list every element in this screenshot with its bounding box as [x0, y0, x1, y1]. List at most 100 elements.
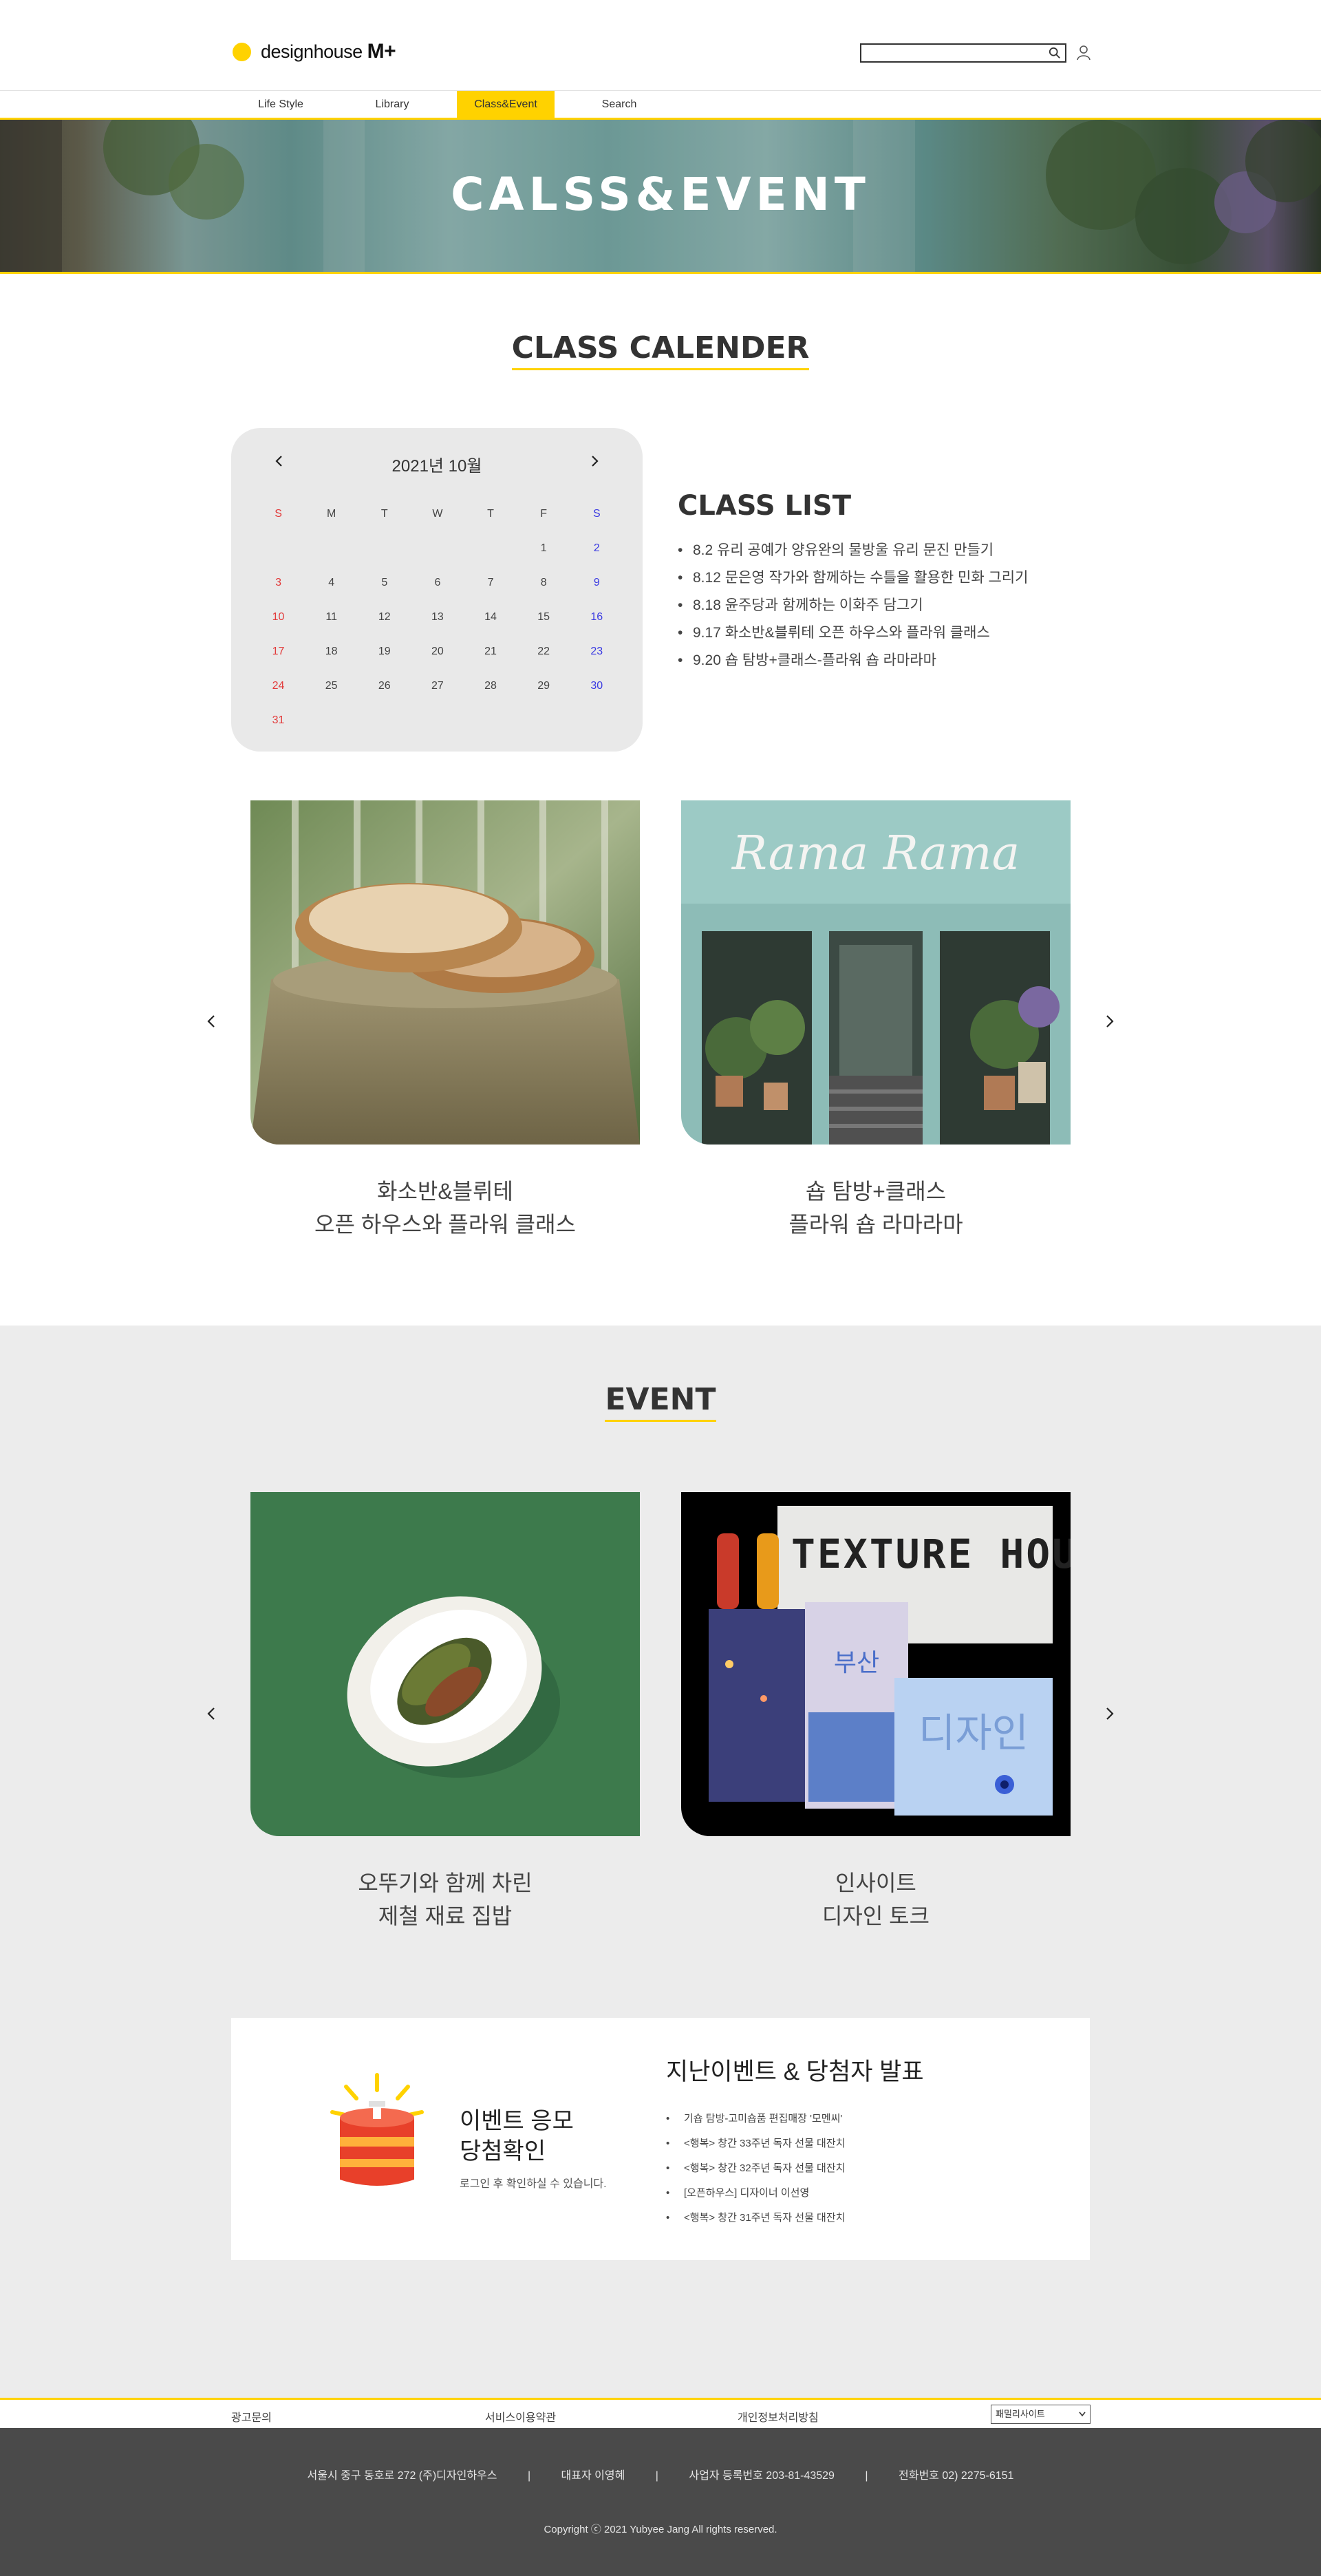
calendar-weekday: T: [487, 508, 494, 520]
class-prev-arrow-icon[interactable]: [204, 1013, 220, 1030]
calendar-day[interactable]: 24: [252, 669, 305, 703]
caption-line: 오뚜기와 함께 차린: [358, 1871, 533, 1895]
winner-login-note: 로그인 후 확인하실 수 있습니다.: [460, 2178, 607, 2190]
company-ceo: 대표자 이영혜: [561, 2470, 625, 2482]
logo-text: designhouse M+: [261, 40, 396, 63]
past-event-item[interactable]: 기숍 탐방-고미숍품 편집매장 '모멘씨': [666, 2107, 1079, 2131]
calendar-day[interactable]: 15: [517, 600, 570, 635]
past-event-list: 지난이벤트 & 당첨자 발표 기숍 탐방-고미숍품 편집매장 '모멘씨' <행복…: [666, 2052, 1079, 2231]
nav-item-search[interactable]: Search: [571, 91, 667, 118]
site-header: designhouse M+: [0, 0, 1321, 91]
family-site-select[interactable]: 패밀리사이트: [991, 2405, 1091, 2424]
calendar-day[interactable]: 29: [517, 669, 570, 703]
caption-line: 인사이트: [835, 1871, 916, 1895]
calendar-week-row: 10 11 12 13 14 15 16: [252, 600, 623, 635]
class-next-arrow-icon[interactable]: [1101, 1013, 1117, 1030]
calendar-empty-cell: [358, 531, 411, 566]
calendar-empty-cell: [464, 703, 517, 738]
family-site-label: 패밀리사이트: [996, 2409, 1045, 2419]
calendar-day[interactable]: 18: [305, 635, 358, 669]
calendar-day[interactable]: 30: [570, 669, 623, 703]
event-card-image-kimchi[interactable]: [250, 1492, 640, 1836]
caption-line: 디자인 토크: [821, 1904, 930, 1928]
calendar-day[interactable]: 27: [411, 669, 464, 703]
next-month-icon[interactable]: [588, 454, 601, 468]
class-calendar-title: CLASS CALENDER: [0, 330, 1321, 370]
logo-dot-icon: [233, 42, 251, 61]
event-card-caption: 오뚜기와 함께 차린 제철 재료 집밥: [250, 1866, 640, 1933]
calendar-day[interactable]: 17: [252, 635, 305, 669]
nav-item-lifestyle[interactable]: Life Style: [233, 91, 329, 118]
calendar-day[interactable]: 19: [358, 635, 411, 669]
winner-title-line: 당첨확인: [460, 2138, 546, 2164]
class-list-item[interactable]: 9.17 화소반&블뤼테 오픈 하우스와 플라워 클래스: [678, 619, 1104, 647]
calendar-day[interactable]: 26: [358, 669, 411, 703]
calendar-day[interactable]: 9: [570, 566, 623, 600]
calendar-day[interactable]: 1: [517, 531, 570, 566]
calendar-week-row: 31: [252, 703, 623, 738]
calendar-empty-cell: [517, 703, 570, 738]
calendar-day[interactable]: 13: [411, 600, 464, 635]
calendar-day[interactable]: 6: [411, 566, 464, 600]
footer-link-privacy[interactable]: 개인정보처리방침: [738, 2408, 819, 2425]
calendar-empty-cell: [305, 531, 358, 566]
footer-links-bar: 광고문의 서비스이용약관 개인정보처리방침 패밀리사이트: [0, 2398, 1321, 2428]
calendar-weekday-row: SMTWTFS: [252, 497, 623, 531]
copyright: Copyright ⓒ 2021 Yubyee Jang All rights …: [544, 2524, 777, 2535]
kimchi-photo: [250, 1492, 640, 1836]
calendar-day[interactable]: 21: [464, 635, 517, 669]
caption-line: 오픈 하우스와 플라워 클래스: [314, 1212, 576, 1237]
calendar-day[interactable]: 2: [570, 531, 623, 566]
calendar-day[interactable]: 16: [570, 600, 623, 635]
calendar-empty-cell: [411, 531, 464, 566]
past-event-item[interactable]: [오픈하우스] 디자이너 이선영: [666, 2181, 1079, 2206]
gift-icon: [330, 2073, 424, 2186]
past-event-item[interactable]: <행복> 창간 32주년 독자 선물 대잔치: [666, 2156, 1079, 2181]
footer-link-ads[interactable]: 광고문의: [231, 2408, 272, 2425]
event-next-arrow-icon[interactable]: [1101, 1705, 1117, 1722]
search-input[interactable]: [860, 43, 1066, 63]
separator: |: [865, 2470, 868, 2482]
calendar-week-row: 3456789: [252, 566, 623, 600]
calendar-day[interactable]: 5: [358, 566, 411, 600]
calendar-day[interactable]: 14: [464, 600, 517, 635]
calendar-day[interactable]: 20: [411, 635, 464, 669]
calendar-day[interactable]: 4: [305, 566, 358, 600]
class-list-item[interactable]: 8.12 문은영 작가와 함께하는 수틀을 활용한 민화 그리기: [678, 564, 1104, 592]
event-card-caption: 인사이트 디자인 토크: [681, 1866, 1071, 1933]
winner-title-line: 이벤트 응모: [460, 2108, 574, 2134]
past-event-list-title: 지난이벤트 & 당첨자 발표: [666, 2058, 924, 2085]
poster-busan: 부산: [834, 1649, 879, 1677]
footer-info-area: 서울시 중구 동호로 272 (주)디자인하우스 | 대표자 이영혜 | 사업자…: [0, 2428, 1321, 2576]
calendar-month: 2021년 10월: [391, 457, 482, 476]
caption-line: 제철 재료 집밥: [378, 1904, 513, 1928]
search-icon[interactable]: [1049, 47, 1061, 59]
calendar-day[interactable]: 10: [252, 600, 305, 635]
calendar-day[interactable]: 11: [305, 600, 358, 635]
nav-item-library[interactable]: Library: [344, 91, 440, 118]
class-card-image-ramarama[interactable]: Rama Rama: [681, 800, 1071, 1145]
calendar-day[interactable]: 8: [517, 566, 570, 600]
class-card-image-basket[interactable]: [250, 800, 640, 1145]
event-card-image-design-talk[interactable]: TEXTURE HOUSE 부산 디자인: [681, 1492, 1071, 1836]
class-list-item[interactable]: 8.2 유리 공예가 양유완의 물방울 유리 문진 만들기: [678, 537, 1104, 564]
class-list-item[interactable]: 9.20 숍 탐방+클래스-플라워 숍 라마라마: [678, 647, 1104, 674]
class-list-item[interactable]: 8.18 윤주당과 함께하는 이화주 담그기: [678, 592, 1104, 619]
calendar-day[interactable]: 28: [464, 669, 517, 703]
past-event-item[interactable]: <행복> 창간 31주년 독자 선물 대잔치: [666, 2206, 1079, 2231]
calendar-empty-cell: [305, 703, 358, 738]
calendar-day[interactable]: 3: [252, 566, 305, 600]
footer-link-terms[interactable]: 서비스이용약관: [485, 2408, 556, 2425]
calendar-day[interactable]: 12: [358, 600, 411, 635]
logo[interactable]: designhouse M+: [233, 40, 396, 63]
past-event-item[interactable]: <행복> 창간 33주년 독자 선물 대잔치: [666, 2131, 1079, 2156]
calendar-week-row: 17 18 19 20 21 22 23: [252, 635, 623, 669]
calendar-day[interactable]: 22: [517, 635, 570, 669]
calendar-day[interactable]: 7: [464, 566, 517, 600]
nav-item-class-event[interactable]: Class&Event: [457, 91, 555, 118]
user-icon[interactable]: [1075, 43, 1093, 61]
event-prev-arrow-icon[interactable]: [204, 1705, 220, 1722]
calendar-day[interactable]: 25: [305, 669, 358, 703]
calendar-day[interactable]: 23: [570, 635, 623, 669]
calendar-day[interactable]: 31: [252, 703, 305, 738]
